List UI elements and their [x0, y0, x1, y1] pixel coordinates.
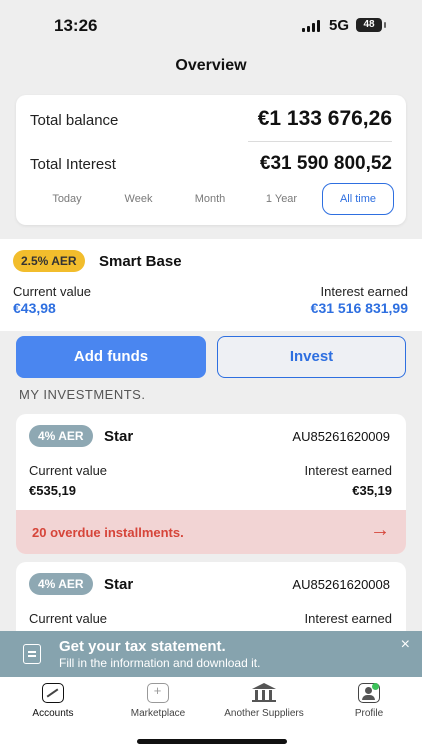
battery-icon: 48 — [356, 18, 382, 32]
chart-icon — [42, 683, 64, 703]
status-bar: 13:26 5G 48 — [0, 0, 422, 50]
tax-statement-banner[interactable]: Get your tax statement. Fill in the info… — [0, 631, 422, 677]
smart-base-account[interactable]: 2.5% AER Smart Base Current value €43,98… — [0, 239, 422, 331]
total-interest-row: Total Interest €31 590 800,52 — [30, 153, 392, 175]
period-tab-month[interactable]: Month — [179, 183, 241, 215]
section-title: MY INVESTMENTS. — [19, 387, 146, 402]
interest-earned-value: €35,19 — [352, 483, 392, 498]
balance-card: Total balance €1 133 676,26 Total Intere… — [16, 95, 406, 225]
total-balance-label: Total balance — [30, 112, 119, 129]
current-value-label: Current value — [13, 284, 92, 299]
tab-another-suppliers[interactable]: Another Suppliers — [211, 683, 317, 719]
tab-label: Accounts — [32, 708, 74, 719]
tab-profile[interactable]: Profile — [316, 683, 422, 719]
current-value: €43,98 — [13, 300, 56, 316]
investment-card[interactable]: 4% AER Star AU85261620009 Current value … — [16, 414, 406, 554]
notification-dot — [372, 683, 379, 690]
tab-label: Marketplace — [130, 708, 186, 719]
arrow-right-icon: → — [370, 519, 390, 541]
interest-earned-label: Interest earned — [304, 463, 392, 478]
close-icon[interactable]: × — [401, 636, 410, 654]
aer-badge: 4% AER — [29, 425, 93, 447]
period-selector: Today Week Month 1 Year All time — [36, 183, 394, 215]
period-tab-1-year[interactable]: 1 Year — [251, 183, 313, 215]
battery-tip — [384, 22, 386, 28]
tab-label: Profile — [354, 708, 384, 719]
aer-badge: 4% AER — [29, 573, 93, 595]
divider — [248, 141, 392, 142]
interest-earned-value: €31 516 831,99 — [310, 300, 408, 316]
tab-label: Another Suppliers — [224, 708, 304, 719]
overdue-text: 20 overdue installments. — [32, 525, 184, 540]
banner-title: Get your tax statement. — [59, 638, 226, 655]
overdue-alert[interactable]: 20 overdue installments. → — [16, 510, 406, 554]
signal-icon — [302, 20, 320, 32]
tab-marketplace[interactable]: Marketplace — [105, 683, 211, 719]
invest-button[interactable]: Invest — [217, 336, 406, 378]
current-value-label: Current value — [29, 463, 108, 478]
aer-badge: 2.5% AER — [13, 250, 85, 272]
current-value-label: Current value — [29, 611, 108, 626]
investment-id: AU85261620009 — [292, 429, 390, 444]
home-indicator — [137, 739, 287, 744]
period-tab-all-time[interactable]: All time — [322, 183, 394, 215]
period-tab-today[interactable]: Today — [36, 183, 98, 215]
status-time: 13:26 — [54, 16, 98, 35]
banner-subtitle: Fill in the information and download it. — [59, 656, 261, 670]
investment-name: Star — [104, 428, 134, 445]
interest-earned-label: Interest earned — [320, 284, 408, 299]
total-balance-value: €1 133 676,26 — [257, 107, 392, 130]
investment-card[interactable]: 4% AER Star AU85261620008 Current value … — [16, 562, 406, 642]
bank-icon — [252, 683, 276, 703]
account-name: Smart Base — [99, 253, 182, 270]
total-interest-label: Total Interest — [30, 156, 116, 173]
current-value: €535,19 — [29, 483, 76, 498]
document-icon — [23, 644, 41, 664]
investment-name: Star — [104, 576, 134, 593]
add-funds-button[interactable]: Add funds — [16, 336, 206, 378]
period-tab-week[interactable]: Week — [108, 183, 170, 215]
tab-accounts[interactable]: Accounts — [0, 683, 106, 719]
page-title: Overview — [175, 57, 247, 74]
plus-icon — [147, 683, 169, 703]
investment-id: AU85261620008 — [292, 577, 390, 592]
total-balance-row: Total balance €1 133 676,26 — [30, 107, 392, 131]
interest-earned-label: Interest earned — [304, 611, 392, 626]
total-interest-value: €31 590 800,52 — [259, 153, 392, 174]
network-type: 5G — [329, 17, 350, 34]
